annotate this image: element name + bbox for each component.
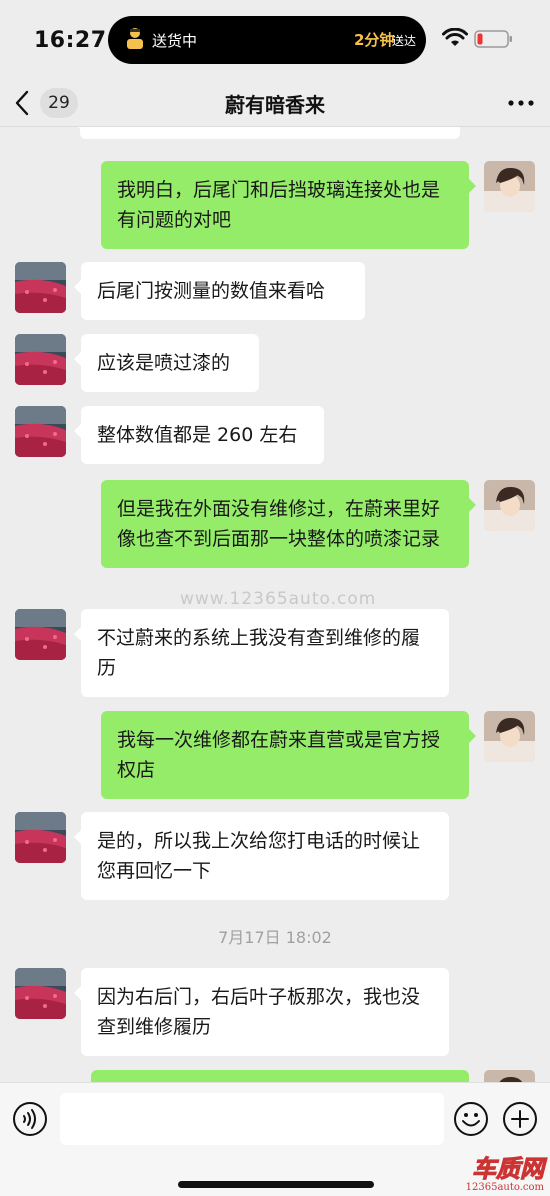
emoji-icon[interactable]: [453, 1101, 489, 1137]
time-separator: 7月17日 18:02: [218, 928, 332, 947]
my-avatar[interactable]: [484, 711, 535, 762]
message-input[interactable]: [60, 1093, 444, 1145]
message-bubble-sent[interactable]: 我明白，后尾门和后挡玻璃连接处也是有问题的对吧: [101, 161, 476, 249]
contact-avatar[interactable]: [15, 262, 66, 313]
more-options-icon[interactable]: [506, 90, 536, 116]
battery-low-icon: [474, 30, 512, 48]
contact-avatar-icon: [15, 609, 66, 660]
message-bubble-sent[interactable]: 我每一次维修都在蔚来直营或是官方授权店: [101, 711, 476, 799]
contact-avatar[interactable]: [15, 968, 66, 1019]
message-bubble-received[interactable]: 后尾门按测量的数值来看哈: [74, 262, 365, 320]
user-avatar-icon: [484, 480, 535, 531]
activity-title: 送货中: [152, 32, 198, 50]
contact-avatar[interactable]: [15, 334, 66, 385]
message-bubble-sent[interactable]: 但是我在外面没有维修过，在蔚来里好像也查不到后面那一块整体的喷漆记录: [101, 480, 476, 568]
contact-avatar[interactable]: [15, 609, 66, 660]
input-bar: 车质网 12365auto.com: [0, 1082, 550, 1196]
contact-avatar-icon: [15, 406, 66, 457]
activity-suffix: 送达: [392, 34, 417, 48]
message-bubble-partial[interactable]: [73, 127, 460, 139]
message-bubble-received[interactable]: 因为右后门，右后叶子板那次，我也没查到维修履历: [74, 968, 449, 1056]
contact-avatar[interactable]: [15, 406, 66, 457]
wifi-icon: [442, 28, 468, 46]
home-indicator[interactable]: [178, 1181, 374, 1188]
user-avatar-icon: [484, 1070, 535, 1082]
watermark: www.12365auto.com: [180, 589, 377, 609]
message-bubble-received[interactable]: 整体数值都是 260 左右: [74, 406, 324, 464]
contact-avatar-icon: [15, 968, 66, 1019]
my-avatar[interactable]: [484, 161, 535, 212]
message-bubble-partial[interactable]: [91, 1070, 469, 1082]
contact-avatar[interactable]: [15, 812, 66, 863]
corner-logo-name: 车质网: [471, 1154, 544, 1183]
message-list[interactable]: 我明白，后尾门和后挡玻璃连接处也是有问题的对吧 后尾门按测量的数值来看哈 应该是…: [0, 127, 550, 1082]
my-avatar[interactable]: [484, 480, 535, 531]
clock: 16:27: [34, 28, 107, 53]
corner-logo-url: 12365auto.com: [465, 1182, 544, 1193]
message-bubble-received[interactable]: 是的，所以我上次给您打电话的时候让您再回忆一下: [74, 812, 449, 900]
message-bubble-received[interactable]: 不过蔚来的系统上我没有查到维修的履历: [74, 609, 449, 697]
plus-more-icon[interactable]: [502, 1101, 538, 1137]
message-bubble-received[interactable]: 应该是喷过漆的: [74, 334, 259, 392]
my-avatar[interactable]: [484, 1070, 535, 1082]
user-avatar-icon: [484, 161, 535, 212]
chat-header: 29 蔚有暗香来: [0, 80, 550, 127]
chat-title: 蔚有暗香来: [225, 93, 325, 117]
contact-avatar-icon: [15, 262, 66, 313]
contact-avatar-icon: [15, 812, 66, 863]
contact-avatar-icon: [15, 334, 66, 385]
status-bar: 16:27 送货中 2分钟 送达: [0, 0, 550, 80]
activity-eta: 2分钟: [354, 31, 395, 49]
user-avatar-icon: [484, 711, 535, 762]
corner-logo: 车质网 12365auto.com: [465, 1154, 545, 1194]
dynamic-island-live-activity[interactable]: 送货中 2分钟 送达: [108, 16, 426, 64]
delivery-courier-icon: [127, 28, 143, 49]
voice-input-icon[interactable]: [12, 1101, 48, 1137]
